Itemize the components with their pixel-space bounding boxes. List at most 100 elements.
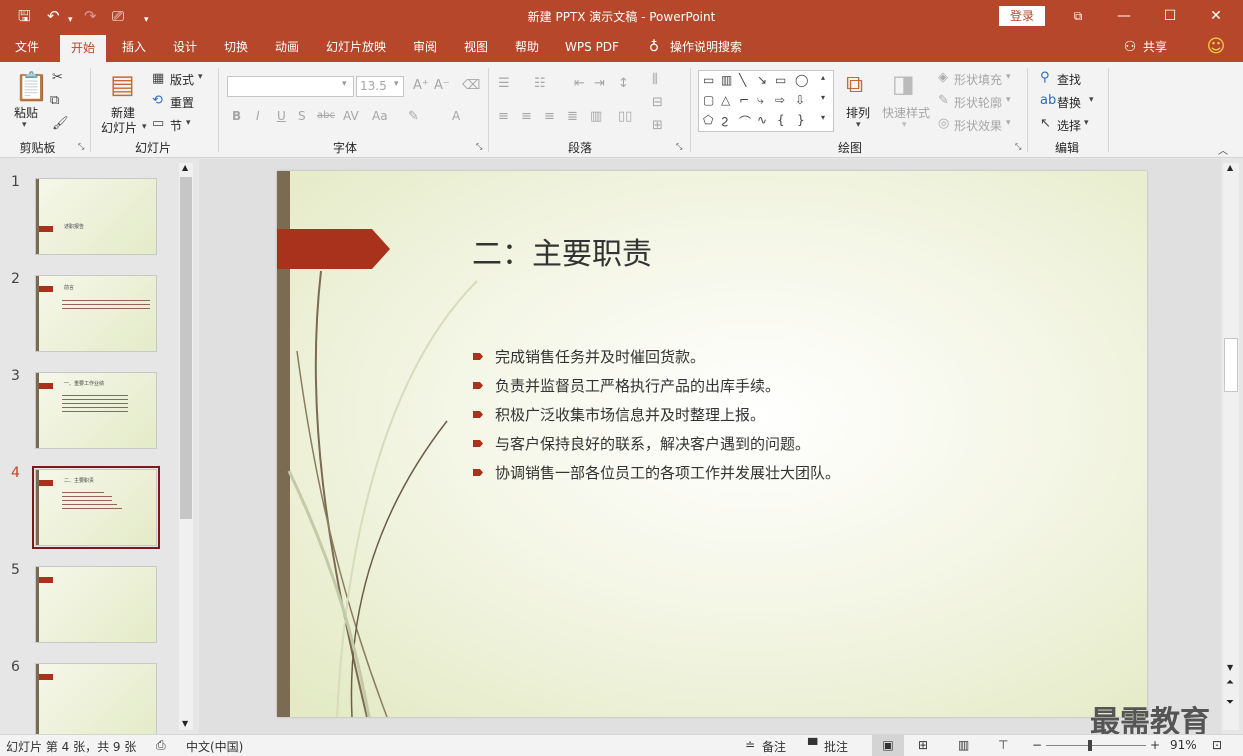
select-icon[interactable]: ↖ bbox=[1040, 116, 1051, 131]
replace-button[interactable]: 替换 bbox=[1057, 94, 1081, 111]
scroll-thumb[interactable] bbox=[180, 177, 192, 519]
shape-outline-button[interactable]: 形状轮廓 bbox=[954, 94, 1002, 111]
bullets-icon[interactable]: ☰ bbox=[498, 76, 510, 91]
reset-button[interactable]: 重置 bbox=[170, 94, 194, 111]
font-color-button[interactable]: A bbox=[452, 109, 460, 123]
gallery-up-icon[interactable]: ▴ bbox=[821, 73, 825, 82]
right-brace-icon[interactable]: } bbox=[797, 113, 805, 127]
scroll-down-icon[interactable]: ▼ bbox=[182, 719, 188, 728]
shape-effects-icon[interactable]: ◎ bbox=[938, 116, 949, 131]
share-button[interactable]: 共享 bbox=[1140, 32, 1170, 62]
format-painter-icon[interactable]: 🖌 bbox=[52, 116, 69, 131]
align-text-icon[interactable]: ⊟ bbox=[652, 95, 663, 110]
language-status[interactable]: 中文(中国) bbox=[186, 738, 243, 755]
zoom-slider[interactable] bbox=[1046, 745, 1146, 746]
tab-design[interactable]: 设计 bbox=[164, 32, 206, 62]
paste-icon[interactable]: 📋 bbox=[14, 70, 49, 103]
scribble-icon[interactable]: ϩ bbox=[721, 113, 728, 127]
notes-icon[interactable]: ≐ bbox=[745, 738, 755, 752]
align-right-icon[interactable]: ≡ bbox=[544, 109, 555, 124]
find-button[interactable]: 查找 bbox=[1057, 71, 1081, 88]
bullet-item-5[interactable]: 协调销售一部各位员工的各项工作并发展壮大团队。 bbox=[495, 462, 840, 483]
gallery-down-icon[interactable]: ▾ bbox=[821, 93, 825, 102]
zoom-out-button[interactable]: − bbox=[1032, 738, 1042, 752]
textbox-icon[interactable]: ▭ bbox=[703, 73, 714, 87]
slide-sorter-icon[interactable]: ⊞ bbox=[918, 738, 928, 752]
maximize-button[interactable]: ☐ bbox=[1147, 0, 1193, 32]
quick-styles-button[interactable]: 快速样式 bbox=[882, 104, 930, 121]
shapes-gallery[interactable]: ▭ ▥ ╲ ↘ ▭ ◯ ▢ △ ⌐ ⤷ ⇨ ⇩ ⬠ ϩ ⌒ ∿ { } ▴ ▾ … bbox=[698, 70, 834, 132]
layout-dropdown-icon[interactable]: ▾ bbox=[198, 72, 203, 82]
paste-button[interactable]: 粘贴 bbox=[14, 104, 38, 121]
font-name-input[interactable] bbox=[227, 76, 354, 97]
elbow-arrow-icon[interactable]: ⤷ bbox=[757, 93, 764, 108]
scroll-down-icon[interactable]: ▼ bbox=[1227, 663, 1233, 672]
arrow-line-icon[interactable]: ↘ bbox=[757, 73, 767, 87]
vertical-textbox-icon[interactable]: ▥ bbox=[721, 73, 732, 87]
feedback-emoji-icon[interactable]: ☺ bbox=[1204, 32, 1228, 62]
comments-icon[interactable]: ▀ bbox=[808, 738, 817, 752]
layout-button[interactable]: 版式 bbox=[170, 71, 194, 88]
slideshow-icon[interactable]: ⊤ bbox=[998, 738, 1008, 752]
normal-view-icon[interactable]: ▣ bbox=[872, 735, 904, 756]
tab-insert[interactable]: 插入 bbox=[113, 32, 155, 62]
select-button[interactable]: 选择 bbox=[1057, 117, 1081, 134]
slide-title[interactable]: 二：主要职责 bbox=[472, 229, 652, 273]
text-direction-icon[interactable]: ⫼ bbox=[652, 72, 658, 87]
replace-dropdown-icon[interactable]: ▾ bbox=[1089, 95, 1094, 105]
arrange-icon[interactable]: ⧉ bbox=[846, 70, 863, 98]
shape-outline-icon[interactable]: ✎ bbox=[938, 93, 949, 108]
triangle-icon[interactable]: △ bbox=[721, 93, 730, 107]
slide-thumbnail-4[interactable]: 二、主要职责 bbox=[35, 469, 157, 546]
bullet-item-2[interactable]: 负责并监督员工严格执行产品的出库手续。 bbox=[495, 375, 780, 396]
slide-scrollbar[interactable]: ▲ ▼ ⏶ ⏷ bbox=[1223, 163, 1239, 730]
shape-fill-dropdown-icon[interactable]: ▾ bbox=[1006, 72, 1011, 82]
line-spacing-icon[interactable]: ↕ bbox=[618, 76, 629, 91]
change-case-button[interactable]: Aa bbox=[372, 109, 388, 123]
section-button[interactable]: 节 bbox=[170, 117, 182, 134]
arrange-dropdown-icon[interactable]: ▾ bbox=[856, 120, 861, 130]
zoom-slider-handle[interactable] bbox=[1088, 740, 1092, 751]
shape-effects-button[interactable]: 形状效果 bbox=[954, 117, 1002, 134]
tab-file[interactable]: 文件 bbox=[6, 32, 48, 62]
highlight-icon[interactable]: ✎ bbox=[408, 109, 419, 124]
clipboard-launcher-icon[interactable]: ⤡ bbox=[78, 142, 84, 152]
columns-icon[interactable]: ▯▯ bbox=[618, 109, 632, 124]
login-button[interactable]: 登录 bbox=[999, 6, 1045, 26]
increase-font-icon[interactable]: A⁺ bbox=[413, 78, 429, 93]
current-slide[interactable]: 二：主要职责 完成销售任务并及时催回货款。 负责并监督员工严格执行产品的出库手续… bbox=[277, 171, 1147, 717]
font-launcher-icon[interactable]: ⤡ bbox=[476, 142, 482, 152]
select-dropdown-icon[interactable]: ▾ bbox=[1084, 118, 1089, 128]
slide-thumbnail-1[interactable]: 述职报告 bbox=[35, 178, 157, 255]
replace-icon[interactable]: ab bbox=[1040, 93, 1056, 108]
align-center-icon[interactable]: ≡ bbox=[521, 109, 532, 124]
scroll-up-icon[interactable]: ▲ bbox=[1227, 163, 1233, 172]
comments-button[interactable]: 批注 bbox=[824, 738, 848, 755]
freeform-icon[interactable]: ⬠ bbox=[703, 113, 713, 127]
tab-animations[interactable]: 动画 bbox=[266, 32, 308, 62]
down-arrow-icon[interactable]: ⇩ bbox=[795, 93, 805, 107]
oval-icon[interactable]: ◯ bbox=[795, 73, 808, 87]
new-slide-dropdown-icon[interactable]: ▾ bbox=[142, 122, 147, 132]
zoom-in-button[interactable]: + bbox=[1150, 738, 1160, 752]
rounded-rect-icon[interactable]: ▢ bbox=[703, 93, 714, 107]
find-icon[interactable]: ⚲ bbox=[1040, 70, 1050, 85]
tab-slideshow[interactable]: 幻灯片放映 bbox=[318, 32, 394, 62]
tab-transitions[interactable]: 切换 bbox=[215, 32, 257, 62]
tab-wps-pdf[interactable]: WPS PDF bbox=[558, 32, 626, 62]
close-button[interactable]: ✕ bbox=[1193, 0, 1239, 32]
font-size-dropdown-icon[interactable]: ▾ bbox=[394, 79, 399, 89]
shadow-button[interactable]: S bbox=[298, 109, 306, 123]
quick-styles-icon[interactable]: ◨ bbox=[892, 70, 915, 98]
scroll-thumb[interactable] bbox=[1224, 338, 1238, 392]
tab-view[interactable]: 视图 bbox=[455, 32, 497, 62]
decrease-indent-icon[interactable]: ⇤ bbox=[574, 76, 585, 91]
paragraph-launcher-icon[interactable]: ⤡ bbox=[676, 142, 682, 152]
justify-icon[interactable]: ≣ bbox=[567, 109, 578, 124]
bullet-item-4[interactable]: 与客户保持良好的联系，解决客户遇到的问题。 bbox=[495, 433, 810, 454]
distribute-icon[interactable]: ▥ bbox=[590, 109, 602, 124]
collapse-ribbon-icon[interactable]: ︿ bbox=[1218, 142, 1228, 157]
rectangle-icon[interactable]: ▭ bbox=[775, 73, 786, 87]
ribbon-display-icon[interactable]: ⧉ bbox=[1055, 0, 1101, 32]
char-spacing-button[interactable]: AV bbox=[343, 109, 359, 123]
